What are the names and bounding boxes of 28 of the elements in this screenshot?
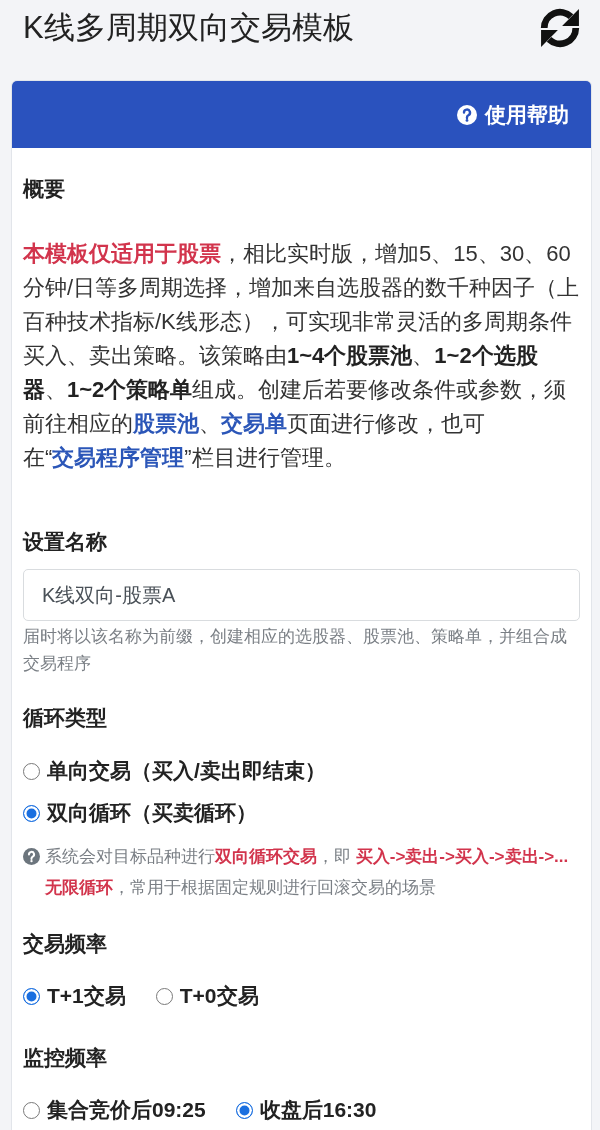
radio-button[interactable] <box>235 1101 253 1119</box>
text-link[interactable]: 股票池 <box>133 411 199 436</box>
text-link[interactable]: 交易程序管理 <box>52 445 185 470</box>
field-label: 循环类型 <box>23 705 108 731</box>
radio-option[interactable]: T+1交易 <box>23 975 126 1017</box>
name-input[interactable]: K线双向-股票A <box>23 569 580 621</box>
radio-option[interactable]: T+0交易 <box>155 975 259 1017</box>
page-title: K线多周期双向交易模板 <box>23 9 354 47</box>
field-label: 交易频率 <box>23 931 108 957</box>
radio-option[interactable]: 集合竞价后09:25 <box>23 1089 206 1130</box>
radio-button[interactable] <box>23 804 40 822</box>
help-icon <box>23 848 40 865</box>
field-label: 设置名称 <box>23 529 108 555</box>
help-icon <box>457 104 477 125</box>
radio-button[interactable] <box>23 987 40 1005</box>
text-link[interactable]: 交易单 <box>221 411 287 436</box>
section-heading: 概要 <box>23 176 66 202</box>
radio-button[interactable] <box>23 1101 40 1119</box>
radio-button[interactable] <box>23 762 40 780</box>
overview-paragraph: 本模板仅适用于股票，相比实时版，增加5、15、30、60分钟/日等多周期选择，增加来自选股器的数千种因子（上百种技术指标/K线形态），可实现非常灵活的多周期条件买入、卖出策略。该策略由1~4个股票池、1~2个选股器、1~2个策略单组成。创建后若要修改条件或参数，须前往相应的股票池、交易单页面进行修改，也可在“交易程序管理”栏目进行管理。 <box>23 240 580 472</box>
radio-option[interactable]: 收盘后16:30 <box>235 1089 377 1130</box>
note-text: 系统会对目标品种进行双向循环交易，即 买入->卖出->买入->卖出->... 无限循环，常用于根据固定规则进行回滚交易的场景 <box>45 846 570 899</box>
refresh-icon[interactable] <box>540 8 580 48</box>
radio-button[interactable] <box>155 987 173 1005</box>
radio-option[interactable]: 双向循环（买卖循环） <box>23 792 580 834</box>
field-label: 监控频率 <box>23 1045 108 1071</box>
radio-option[interactable]: 单向交易（买入/卖出即结束） <box>23 750 580 792</box>
field-help-text: 届时将以该名称为前缀，创建相应的选股器、股票池、策略单，并组合成交易程序 <box>23 626 568 675</box>
